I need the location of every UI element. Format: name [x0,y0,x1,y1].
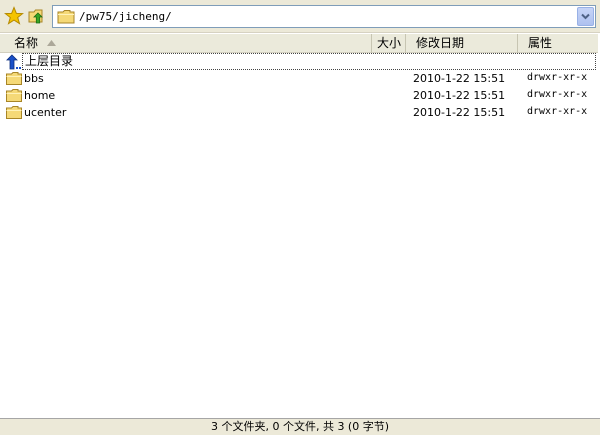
column-date-label: 修改日期 [416,36,465,50]
list-item[interactable]: ucenter 2010-1-22 15:51 drwxr-xr-x [0,104,598,121]
folder-up-icon [27,6,47,26]
folder-icon [6,71,22,86]
favorites-button[interactable] [4,6,24,26]
address-dropdown-button[interactable] [577,7,594,26]
sort-ascending-icon [47,40,56,46]
address-bar[interactable]: /pw75/jicheng/ [52,5,596,28]
status-text: 3 个文件夹, 0 个文件, 共 3 (0 字节) [210,420,390,433]
toolbar: /pw75/jicheng/ [0,0,600,33]
item-date: 2010-1-22 15:51 [413,72,506,85]
item-name: ucenter [24,106,67,119]
column-attr-label: 属性 [528,36,553,50]
column-header-date[interactable]: 修改日期 [406,34,518,53]
item-date: 2010-1-22 15:51 [413,106,506,119]
up-arrow-icon [4,54,22,70]
folder-icon [57,9,75,24]
column-header-size[interactable]: 大小 [372,34,406,53]
list-item[interactable]: bbs 2010-1-22 15:51 drwxr-xr-x [0,70,598,87]
chevron-down-icon [581,13,590,20]
item-name: home [24,89,56,102]
parent-directory-label: 上层目录 [22,53,596,70]
address-text[interactable]: /pw75/jicheng/ [79,10,172,23]
parent-directory-row[interactable]: 上层目录 [0,53,598,70]
folder-icon [6,88,22,103]
item-attributes: drwxr-xr-x [527,106,588,117]
list-item[interactable]: home 2010-1-22 15:51 drwxr-xr-x [0,87,598,104]
file-list: 名称 大小 修改日期 属性 上层目录 bbs 2010-1-22 15:51 d… [0,33,600,418]
item-attributes: drwxr-xr-x [527,89,588,100]
item-name: bbs [24,72,44,85]
parent-folder-button[interactable] [27,6,47,26]
column-name-label: 名称 [14,36,39,50]
column-header: 名称 大小 修改日期 属性 [0,34,598,53]
column-header-attributes[interactable]: 属性 [518,34,598,53]
status-bar: 3 个文件夹, 0 个文件, 共 3 (0 字节) [0,418,600,435]
column-size-label: 大小 [376,36,401,50]
folder-icon [6,105,22,120]
item-date: 2010-1-22 15:51 [413,89,506,102]
star-icon [4,6,24,26]
column-header-name[interactable]: 名称 [0,34,372,53]
item-attributes: drwxr-xr-x [527,72,588,83]
